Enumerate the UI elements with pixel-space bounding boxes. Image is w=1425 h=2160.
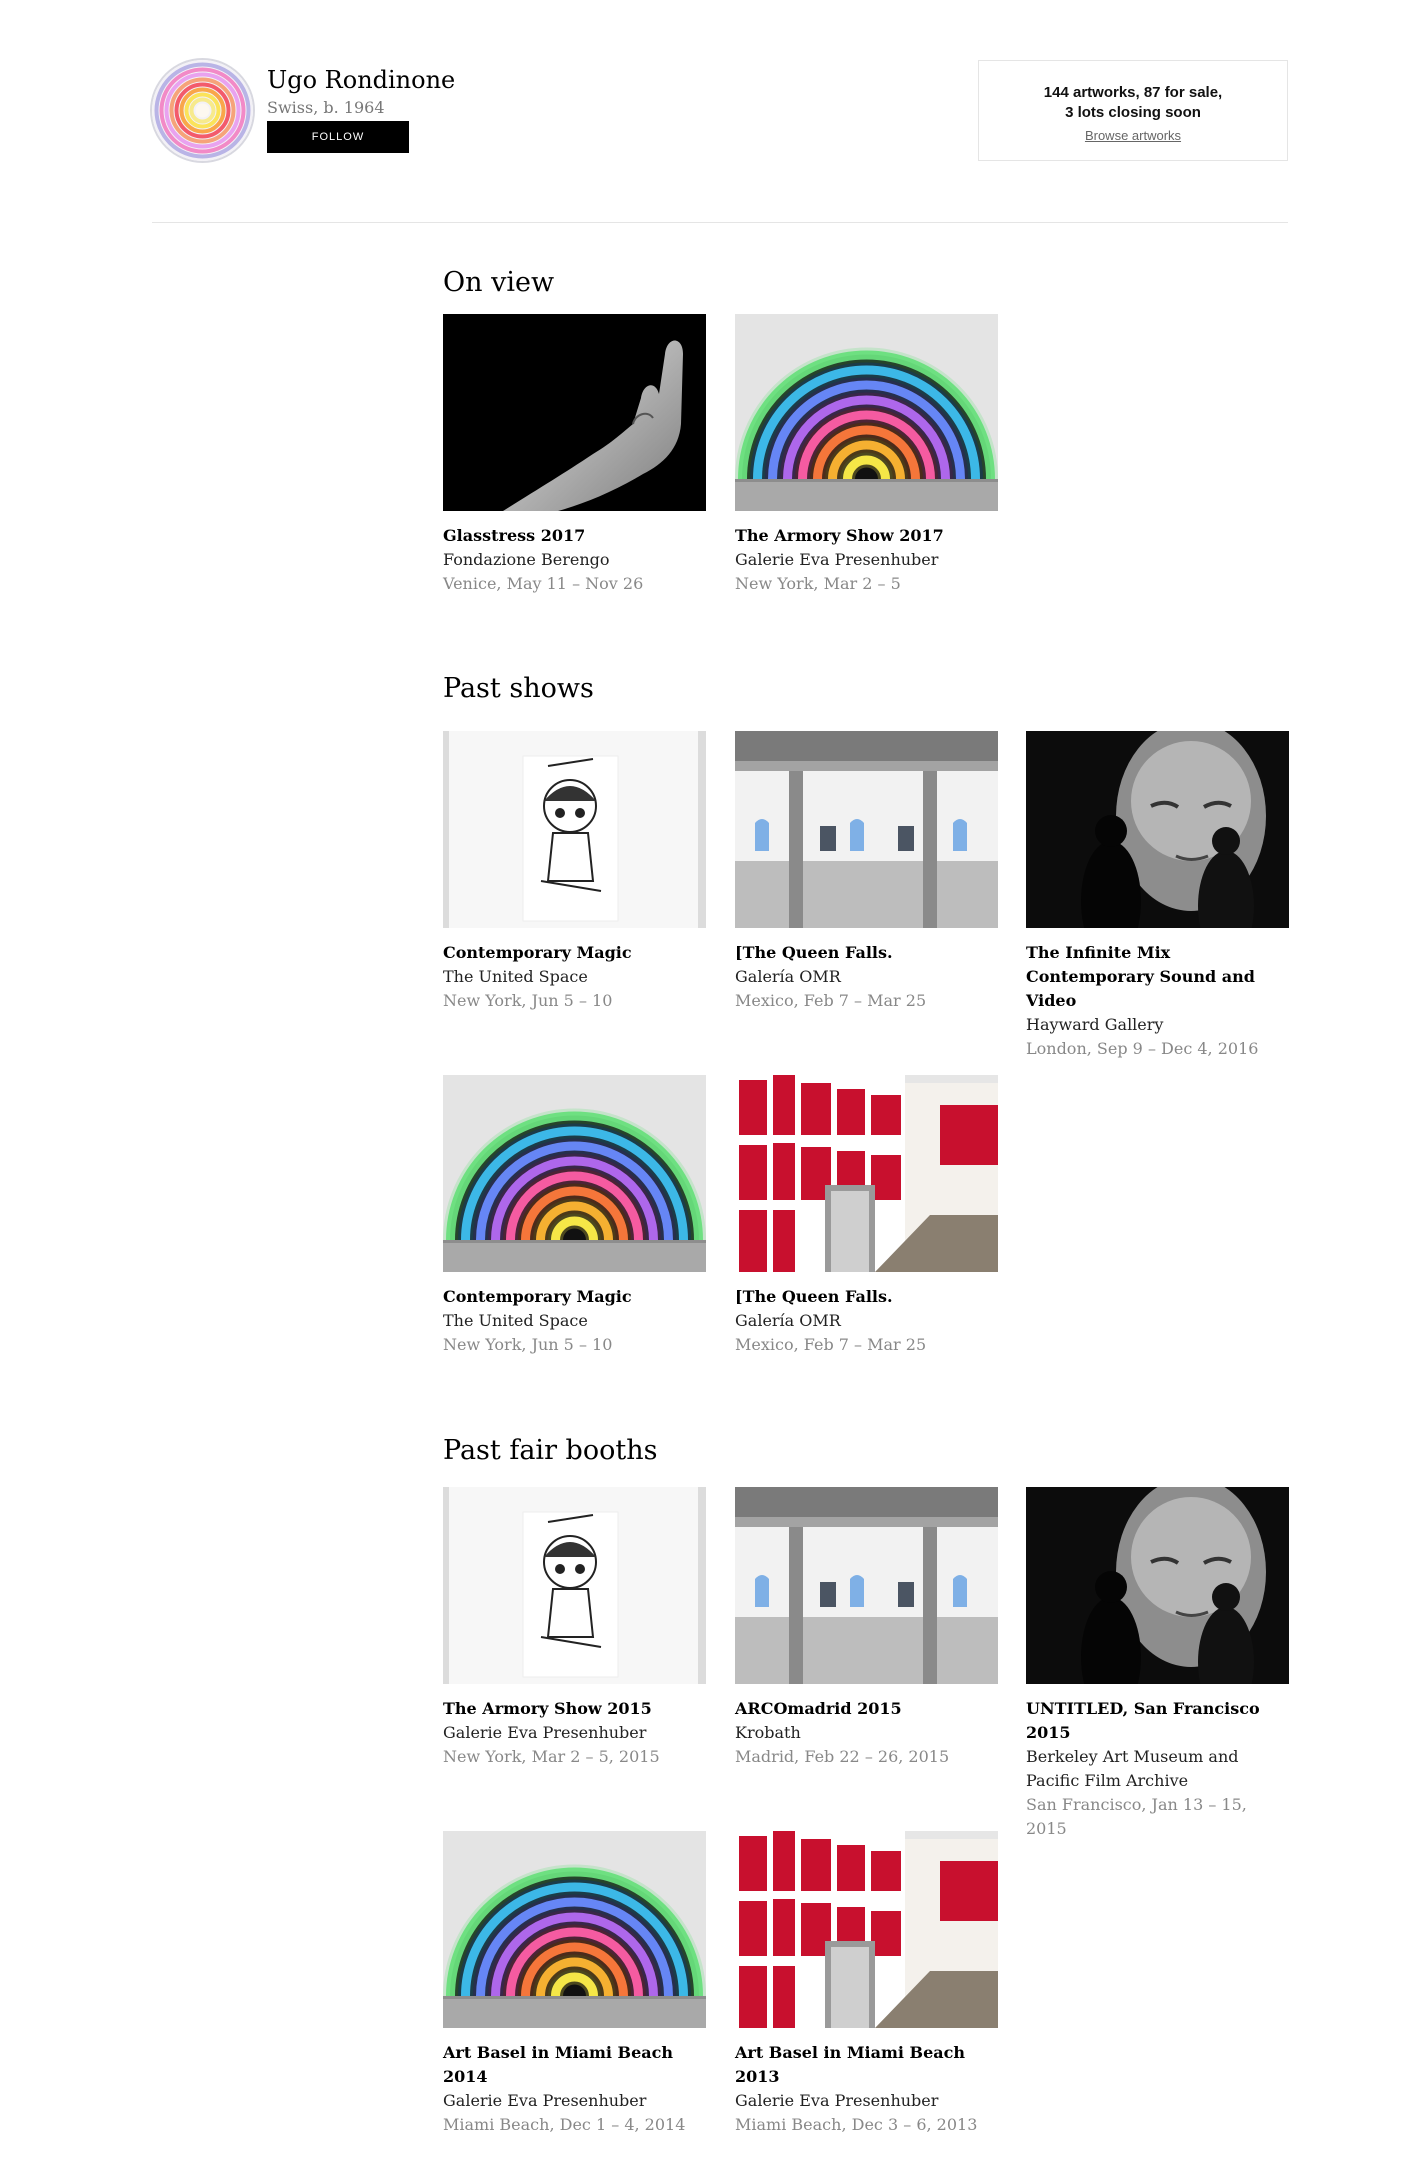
show-location-dates: Venice, May 11 – Nov 26 <box>443 574 644 593</box>
show-location-dates: London, Sep 9 – Dec 4, 2016 <box>1026 1039 1259 1058</box>
browse-artworks-link[interactable]: Browse artworks <box>1085 128 1181 143</box>
show-title[interactable]: UNTITLED, San Francisco 2015 <box>1026 1697 1289 1745</box>
show-card[interactable]: Contemporary Magic The United Space New Yo… <box>443 1075 706 1357</box>
show-venue: Krobath <box>735 1723 801 1742</box>
show-location-dates: Miami Beach, Dec 3 – 6, 2013 <box>735 2115 978 2134</box>
show-location-dates: Miami Beach, Dec 1 – 4, 2014 <box>443 2115 686 2134</box>
artwork-stats-box: 144 artworks, 87 for sale, 3 lots closin… <box>978 60 1288 161</box>
show-venue: Fondazione Berengo <box>443 550 610 569</box>
show-title[interactable]: The Infinite Mix Contemporary Sound and … <box>1026 941 1289 1013</box>
show-thumbnail-image[interactable] <box>735 731 998 928</box>
show-card[interactable]: [The Queen Falls. Galería OMR Mexico, Feb … <box>735 1075 998 1357</box>
show-title[interactable]: Contemporary Magic <box>443 941 706 965</box>
show-title[interactable]: Art Basel in Miami Beach 2014 <box>443 2041 706 2089</box>
show-venue: The United Space <box>443 967 588 986</box>
show-location-dates: Madrid, Feb 22 – 26, 2015 <box>735 1747 950 1766</box>
artist-header: Ugo Rondinone Swiss, b. 1964 FOLLOW 144 … <box>152 60 1288 162</box>
show-title[interactable]: [The Queen Falls. <box>735 941 998 965</box>
show-thumbnail-image[interactable] <box>443 1075 706 1272</box>
show-venue: Galerie Eva Presenhuber <box>735 2091 939 2110</box>
show-title[interactable]: The Armory Show 2017 <box>735 524 998 548</box>
show-card[interactable]: Glasstress 2017 Fondazione Berengo Venice,… <box>443 314 706 596</box>
header-divider <box>152 222 1288 223</box>
show-thumbnail-image[interactable] <box>1026 731 1289 928</box>
show-card[interactable]: Contemporary Magic The United Space New Yo… <box>443 731 706 1013</box>
show-location-dates: San Francisco, Jan 13 – 15, 2015 <box>1026 1795 1247 1838</box>
show-venue: Galerie Eva Presenhuber <box>443 2091 647 2110</box>
show-location-dates: Mexico, Feb 7 – Mar 25 <box>735 991 927 1010</box>
show-location-dates: New York, Mar 2 – 5, 2015 <box>443 1747 660 1766</box>
show-card[interactable]: The Armory Show 2015 Galerie Eva Presenhu… <box>443 1487 706 1769</box>
show-title[interactable]: ARCOmadrid 2015 <box>735 1697 998 1721</box>
show-thumbnail-image[interactable] <box>1026 1487 1289 1684</box>
show-thumbnail-image[interactable] <box>735 314 998 511</box>
show-card[interactable]: The Infinite Mix Contemporary Sound and … <box>1026 731 1289 1061</box>
show-card[interactable]: Art Basel in Miami Beach 2013 Galerie Eva… <box>735 1831 998 2137</box>
show-title[interactable]: The Armory Show 2015 <box>443 1697 706 1721</box>
artist-nationality-birth: Swiss, b. 1964 <box>267 98 385 117</box>
show-title[interactable]: Contemporary Magic <box>443 1285 706 1309</box>
section-title-on-view: On view <box>443 267 555 298</box>
show-card[interactable]: [The Queen Falls. Galería OMR Mexico, Feb … <box>735 731 998 1013</box>
show-venue: Berkeley Art Museum and Pacific Film Arc… <box>1026 1747 1239 1790</box>
section-title-past-shows: Past shows <box>443 673 594 704</box>
show-location-dates: New York, Jun 5 – 10 <box>443 991 613 1010</box>
show-location-dates: New York, Jun 5 – 10 <box>443 1335 613 1354</box>
show-venue: Galería OMR <box>735 1311 841 1330</box>
show-thumbnail-image[interactable] <box>735 1831 998 2028</box>
section-title-past-fair-booths: Past fair booths <box>443 1435 658 1466</box>
artist-name: Ugo Rondinone <box>267 66 456 94</box>
show-card[interactable]: ARCOmadrid 2015 Krobath Madrid, Feb 22 – 2… <box>735 1487 998 1769</box>
show-title[interactable]: Glasstress 2017 <box>443 524 706 548</box>
stats-lots-closing: 3 lots closing soon <box>1065 104 1201 121</box>
show-thumbnail-image[interactable] <box>735 1075 998 1272</box>
show-location-dates: New York, Mar 2 – 5 <box>735 574 901 593</box>
show-title[interactable]: [The Queen Falls. <box>735 1285 998 1309</box>
show-thumbnail-image[interactable] <box>735 1487 998 1684</box>
show-title[interactable]: Art Basel in Miami Beach 2013 <box>735 2041 998 2089</box>
show-venue: Galerie Eva Presenhuber <box>735 550 939 569</box>
show-card[interactable]: Art Basel in Miami Beach 2014 Galerie Eva… <box>443 1831 706 2137</box>
show-card[interactable]: UNTITLED, San Francisco 2015 Berkeley Art… <box>1026 1487 1289 1841</box>
artist-avatar[interactable] <box>152 60 253 161</box>
show-venue: Hayward Gallery <box>1026 1015 1164 1034</box>
stats-artworks-count: 144 artworks, 87 for sale, <box>1043 84 1223 101</box>
show-location-dates: Mexico, Feb 7 – Mar 25 <box>735 1335 927 1354</box>
show-card[interactable]: The Armory Show 2017 Galerie Eva Presenhu… <box>735 314 998 596</box>
follow-button[interactable]: FOLLOW <box>267 121 409 153</box>
show-venue: The United Space <box>443 1311 588 1330</box>
show-venue: Galerie Eva Presenhuber <box>443 1723 647 1742</box>
show-thumbnail-image[interactable] <box>443 314 706 511</box>
show-venue: Galería OMR <box>735 967 841 986</box>
show-thumbnail-image[interactable] <box>443 1831 706 2028</box>
show-thumbnail-image[interactable] <box>443 731 706 928</box>
show-thumbnail-image[interactable] <box>443 1487 706 1684</box>
